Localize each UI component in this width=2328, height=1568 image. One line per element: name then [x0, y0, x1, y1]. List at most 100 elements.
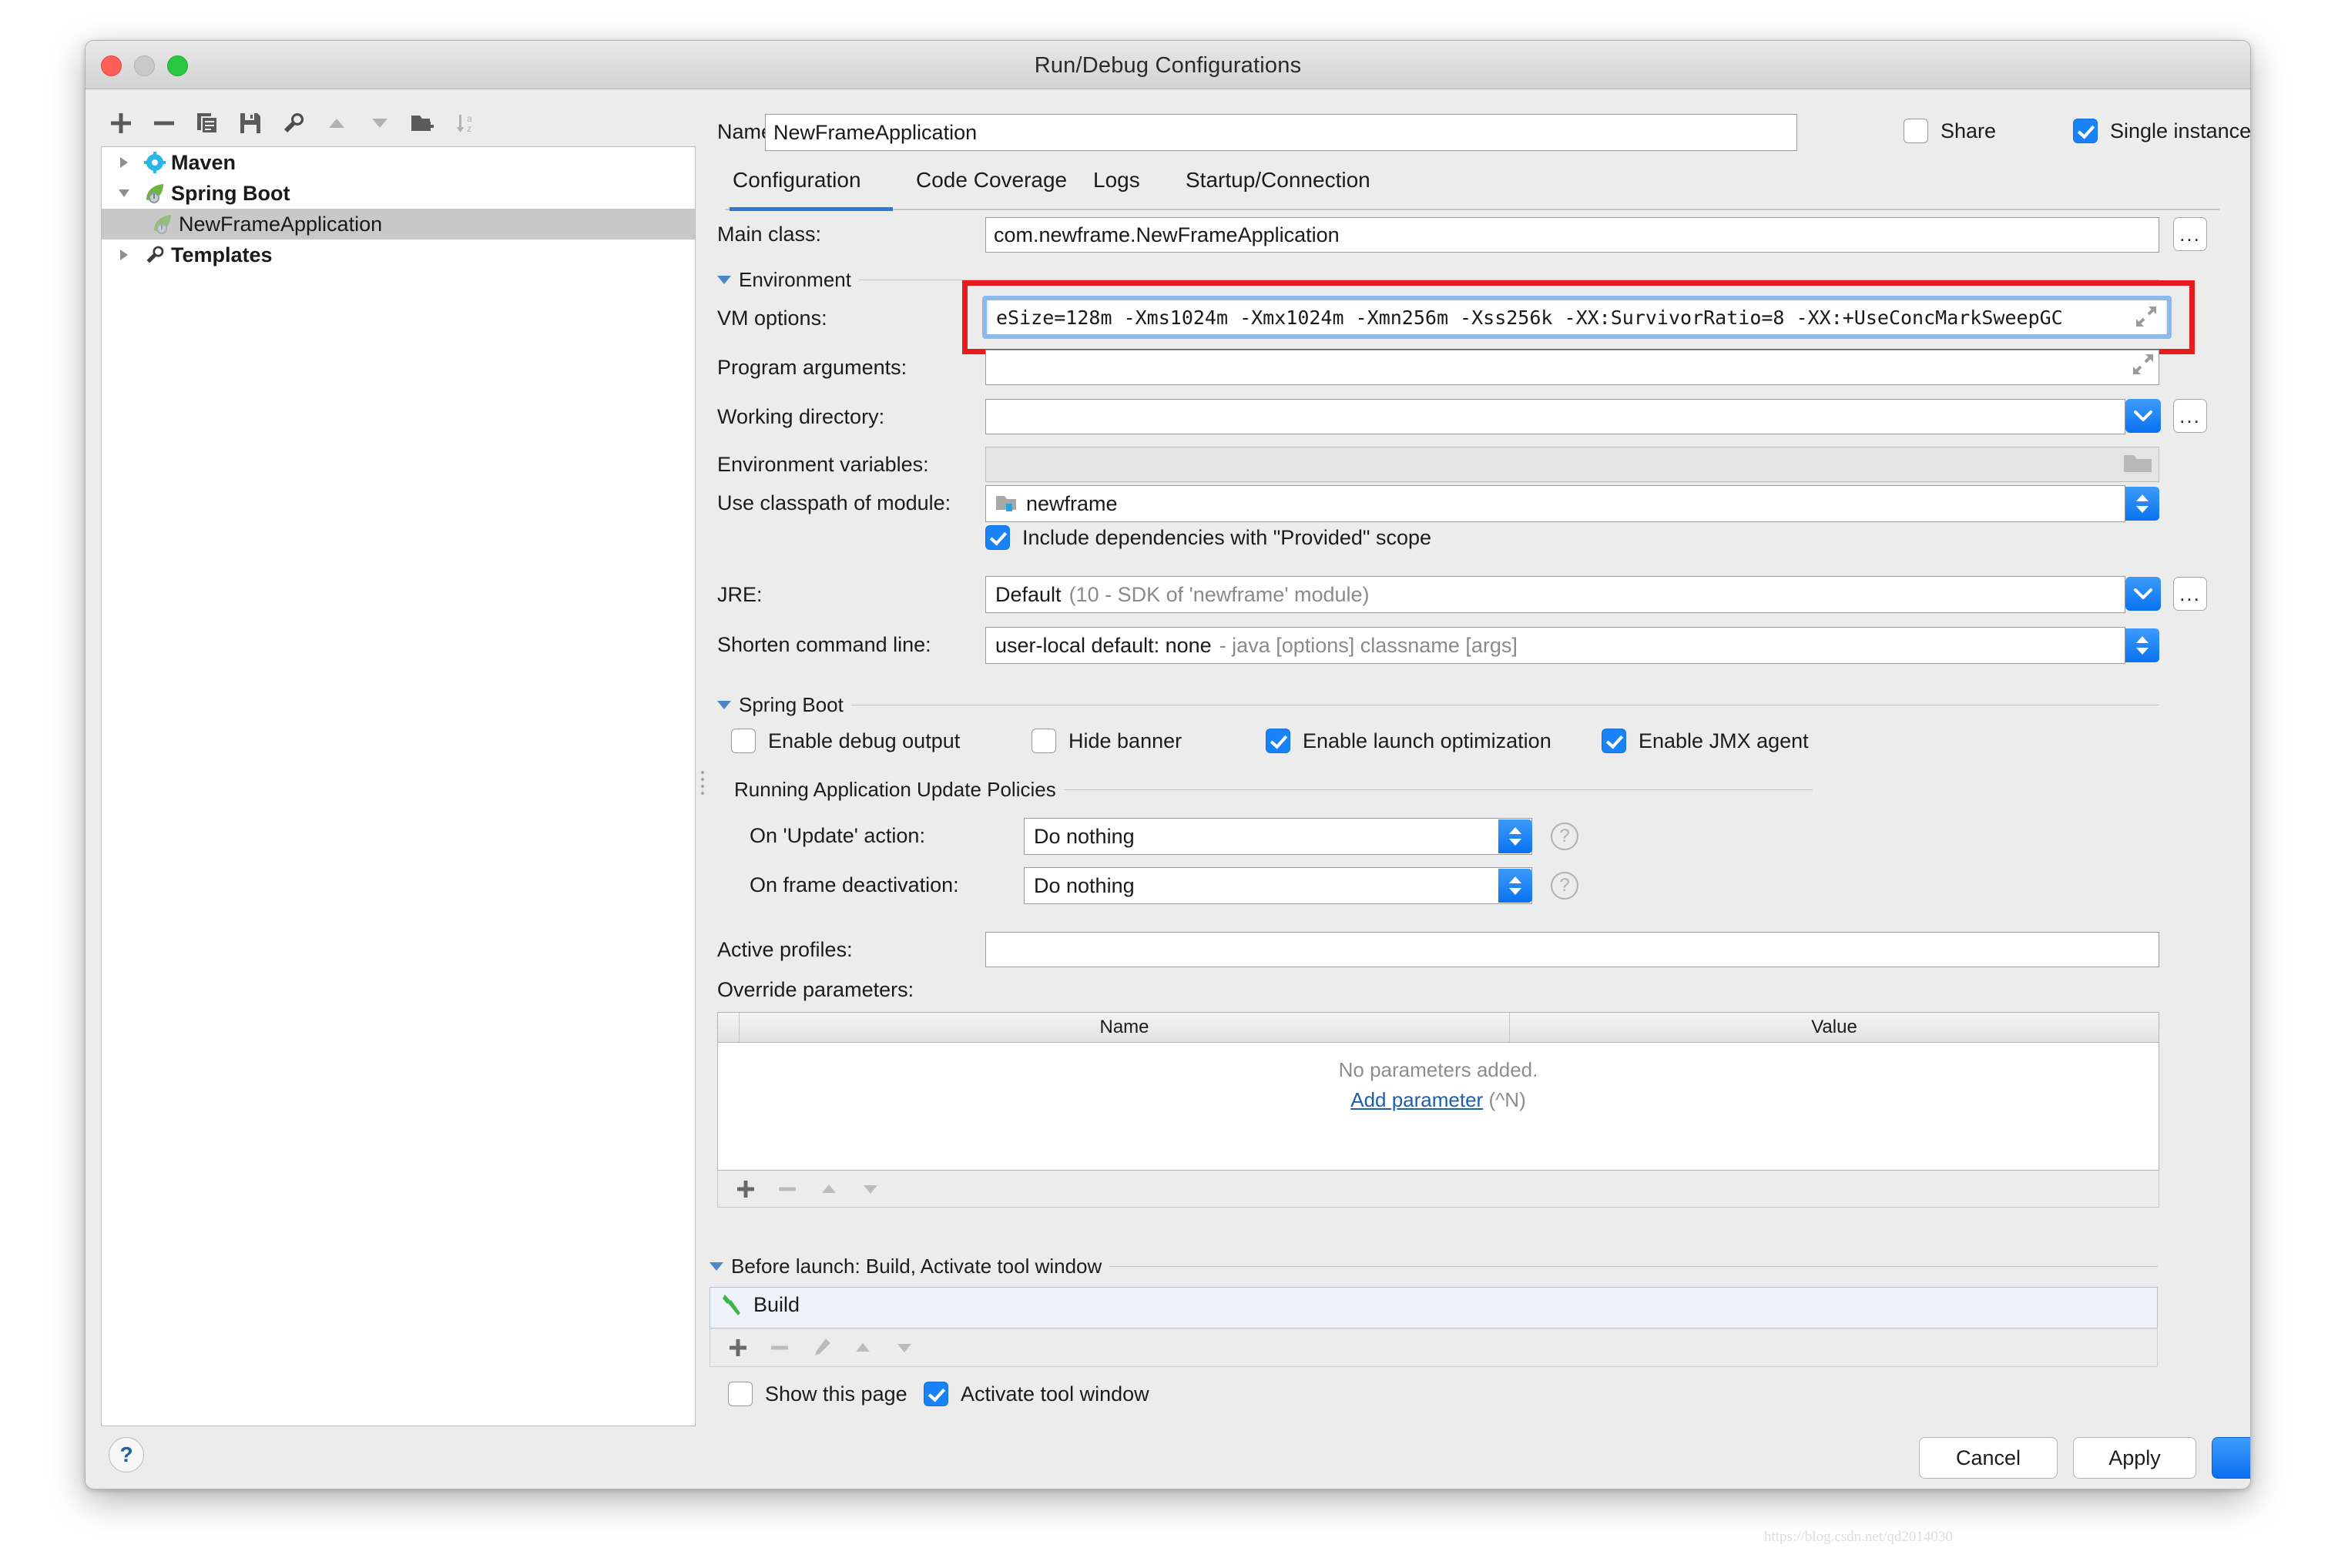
move-parameter-up-button[interactable] — [810, 1172, 847, 1206]
section-collapse-caret-icon[interactable] — [717, 701, 731, 709]
working-directory-dropdown-button[interactable] — [2125, 399, 2161, 433]
activate-tool-window-checkbox[interactable] — [924, 1382, 948, 1406]
hide-banner-checkbox[interactable] — [1031, 729, 1056, 753]
svg-text:z: z — [467, 123, 471, 134]
tab-code-coverage[interactable]: Code Coverage — [916, 168, 1067, 209]
expand-arrow-right-icon[interactable] — [109, 248, 139, 262]
working-directory-input[interactable] — [985, 399, 2125, 434]
classpath-module-combobox[interactable]: newframe — [985, 485, 2125, 522]
shorten-command-combobox[interactable]: user-local default: none - java [options… — [985, 627, 2125, 664]
program-arguments-expand-icon[interactable] — [2130, 351, 2156, 377]
add-configuration-button[interactable] — [99, 103, 143, 143]
jre-combobox[interactable]: Default (10 - SDK of 'newframe' module) — [985, 576, 2125, 613]
tree-item-templates[interactable]: Templates — [102, 240, 695, 270]
create-folder-button[interactable] — [401, 103, 444, 143]
sort-alphabetically-button[interactable]: az — [444, 103, 488, 143]
remove-task-button[interactable] — [761, 1331, 798, 1365]
tab-startup-connection[interactable]: Startup/Connection — [1186, 168, 1370, 209]
name-input[interactable]: NewFrameApplication — [765, 114, 1797, 151]
configurations-tree[interactable]: Maven Spring Boot NewFrameApplication Te… — [101, 146, 696, 1426]
cancel-button[interactable]: Cancel — [1919, 1437, 2058, 1479]
tab-configuration[interactable]: Configuration — [733, 168, 861, 209]
svg-text:a: a — [467, 113, 472, 124]
on-frame-deactivation-help-icon[interactable]: ? — [1551, 872, 1578, 900]
on-update-action-label: On 'Update' action: — [750, 824, 925, 847]
edit-templates-button[interactable] — [272, 103, 315, 143]
vm-options-input[interactable]: eSize=128m -Xms1024m -Xmx1024m -Xmn256m … — [988, 300, 2165, 334]
include-provided-checkbox[interactable] — [985, 525, 1010, 550]
add-parameter-link-row[interactable]: Add parameter (^N) — [1350, 1088, 1526, 1112]
add-parameter-button[interactable] — [727, 1172, 764, 1206]
working-directory-browse-button[interactable]: ... — [2173, 399, 2207, 433]
activate-tool-window-group[interactable]: Activate tool window — [924, 1382, 1149, 1406]
vm-options-expand-icon[interactable] — [2133, 303, 2159, 330]
apply-button[interactable]: Apply — [2073, 1437, 2196, 1479]
before-launch-section-label: Before launch: Build, Activate tool wind… — [731, 1255, 1102, 1278]
pane-splitter-handle[interactable] — [699, 767, 706, 806]
move-task-down-button[interactable] — [886, 1331, 923, 1365]
environment-variables-input[interactable] — [985, 447, 2159, 482]
remove-configuration-button[interactable] — [143, 103, 186, 143]
before-launch-section-header[interactable]: Before launch: Build, Activate tool wind… — [709, 1255, 2158, 1278]
enable-debug-output-checkbox[interactable] — [731, 729, 756, 753]
environment-variables-folder-icon[interactable] — [2118, 447, 2158, 481]
on-frame-deactivation-spinner-button[interactable] — [1498, 869, 1532, 903]
move-down-button[interactable] — [358, 103, 401, 143]
show-this-page-checkbox[interactable] — [728, 1382, 753, 1406]
table-column-name[interactable]: Name — [740, 1013, 1510, 1042]
classpath-module-spinner-button[interactable] — [2125, 487, 2159, 521]
share-checkbox[interactable] — [1904, 119, 1928, 143]
before-launch-task-build[interactable]: Build — [710, 1288, 2157, 1322]
help-button[interactable]: ? — [109, 1437, 144, 1473]
include-provided-checkbox-group[interactable]: Include dependencies with "Provided" sco… — [985, 525, 1431, 550]
move-task-up-button[interactable] — [844, 1331, 881, 1365]
remove-parameter-button[interactable] — [769, 1172, 806, 1206]
table-empty-state: No parameters added. Add parameter (^N) — [718, 1043, 2159, 1127]
add-task-button[interactable] — [720, 1331, 756, 1365]
ok-button[interactable]: OK — [2212, 1437, 2250, 1479]
enable-launch-optimization-group[interactable]: Enable launch optimization — [1266, 729, 1551, 753]
single-instance-checkbox-group[interactable]: Single instance only — [2073, 119, 2250, 143]
section-collapse-caret-icon[interactable] — [717, 276, 731, 284]
on-update-action-help-icon[interactable]: ? — [1551, 823, 1578, 850]
tab-logs[interactable]: Logs — [1093, 168, 1140, 209]
save-configuration-button[interactable] — [229, 103, 272, 143]
override-parameters-table[interactable]: Name Value No parameters added. Add para… — [717, 1012, 2159, 1171]
move-parameter-down-button[interactable] — [852, 1172, 889, 1206]
tree-item-spring-boot[interactable]: Spring Boot — [102, 178, 695, 209]
tree-item-maven[interactable]: Maven — [102, 147, 695, 178]
main-class-browse-button[interactable]: ... — [2173, 217, 2207, 251]
enable-jmx-agent-group[interactable]: Enable JMX agent — [1602, 729, 1809, 753]
enable-jmx-agent-checkbox[interactable] — [1602, 729, 1626, 753]
edit-task-button[interactable] — [803, 1331, 840, 1365]
expand-arrow-right-icon[interactable] — [109, 156, 139, 169]
collapse-arrow-down-icon[interactable] — [109, 187, 139, 199]
active-profiles-input[interactable] — [985, 932, 2159, 967]
jre-browse-button[interactable]: ... — [2173, 577, 2207, 611]
section-collapse-caret-icon[interactable] — [709, 1262, 723, 1271]
active-profiles-label: Active profiles: — [717, 938, 853, 961]
move-up-button[interactable] — [315, 103, 358, 143]
single-instance-checkbox[interactable] — [2073, 119, 2098, 143]
configuration-panel: Name: NewFrameApplication Share Single i… — [709, 97, 2250, 1483]
show-this-page-group[interactable]: Show this page — [728, 1382, 907, 1406]
add-parameter-link[interactable]: Add parameter — [1350, 1088, 1483, 1111]
table-column-value[interactable]: Value — [1510, 1013, 2159, 1042]
on-update-action-spinner-button[interactable] — [1498, 819, 1532, 853]
enable-launch-optimization-checkbox[interactable] — [1266, 729, 1290, 753]
copy-configuration-button[interactable] — [186, 103, 229, 143]
before-launch-task-list[interactable]: Build — [709, 1287, 2158, 1328]
program-arguments-input[interactable] — [985, 350, 2159, 385]
environment-section-header[interactable]: Environment — [717, 268, 2159, 292]
jre-dropdown-button[interactable] — [2125, 577, 2161, 611]
hide-banner-group[interactable]: Hide banner — [1031, 729, 1182, 753]
enable-debug-output-group[interactable]: Enable debug output — [731, 729, 960, 753]
spring-boot-section-header[interactable]: Spring Boot — [717, 693, 2159, 717]
on-frame-deactivation-combobox[interactable]: Do nothing — [1024, 867, 1532, 904]
tree-item-label: Templates — [171, 243, 273, 266]
shorten-command-spinner-button[interactable] — [2125, 628, 2159, 662]
main-class-input[interactable]: com.newframe.NewFrameApplication — [985, 217, 2159, 253]
on-update-action-combobox[interactable]: Do nothing — [1024, 818, 1532, 855]
share-checkbox-group[interactable]: Share — [1904, 119, 1996, 143]
tree-item-newframeapplication[interactable]: NewFrameApplication — [102, 209, 695, 240]
